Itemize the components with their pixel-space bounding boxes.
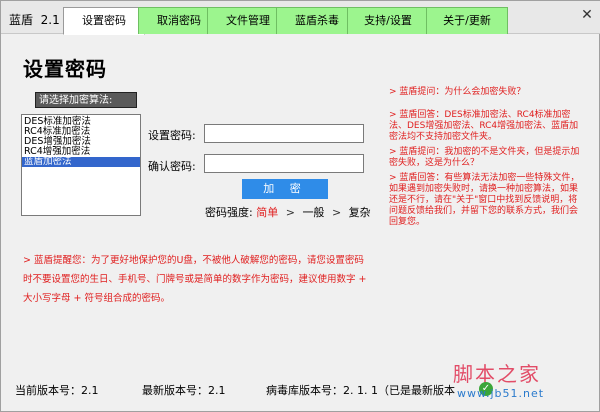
algorithm-header: 请选择加密算法: — [35, 92, 137, 108]
password-label: 设置密码: — [148, 129, 196, 142]
latest-version: 最新版本号：2.1 — [142, 384, 226, 397]
password-strength: 密码强度: 简单 > 一般 > 复杂 — [205, 204, 371, 220]
tab-about-update[interactable]: 关于/更新 — [426, 7, 508, 34]
app-name: 蓝盾 — [9, 13, 34, 27]
strength-medium: 一般 — [302, 206, 325, 219]
app-version: 2.1 — [40, 13, 60, 27]
tab-support-settings[interactable]: 支持/设置 — [347, 7, 429, 34]
strength-strong: 复杂 — [348, 206, 371, 219]
virus-db-version: 病毒库版本号：2. 1. 1（已是最新版本 — [266, 384, 455, 397]
close-icon[interactable]: ✕ — [579, 7, 595, 23]
algorithm-group: 请选择加密算法: DES标准加密法 RC4标准加密法 DES增强加密法 RC4增… — [21, 88, 141, 218]
faq-question-1: > 蓝盾提问：为什么会加密失败？ — [389, 87, 526, 97]
security-tip: > 蓝盾提醒您：为了更好地保护您的U盘，不被他人破解您的密码，请您设置密码时不要… — [23, 255, 367, 304]
watermark-url: www.jb51.net — [457, 387, 545, 400]
confirm-password-label: 确认密码: — [148, 160, 196, 173]
faq-answer-1: > 蓝盾回答：DES标准加密法、RC4标准加密法、DES增强加密法、RC4增强加… — [389, 110, 579, 142]
page-title: 设置密码 — [23, 57, 107, 81]
chevron-right-icon: > — [331, 206, 342, 219]
title-bar: 蓝盾 2.1 设置密码 取消密码 文件管理 蓝盾杀毒 支持/设置 关于/更新 ✕ — [1, 1, 600, 35]
password-input[interactable] — [204, 124, 364, 143]
encrypt-button[interactable]: 加 密 — [242, 179, 328, 199]
strength-label: 密码强度: — [205, 206, 253, 219]
tab-set-password[interactable]: 设置密码 — [63, 7, 145, 35]
current-version: 当前版本号：2.1 — [15, 384, 99, 397]
strength-weak: 简单 — [256, 206, 279, 219]
app-title: 蓝盾 2.1 — [9, 11, 60, 28]
tab-antivirus[interactable]: 蓝盾杀毒 — [276, 7, 358, 34]
watermark-logo: 脚本之家 — [453, 362, 541, 386]
faq-answer-2: > 蓝盾回答：有些算法无法加密一些特殊文件，如果遇到加密失败时，请换一种加密算法… — [389, 173, 580, 227]
algorithm-item-landun[interactable]: 蓝盾加密法 — [22, 157, 140, 167]
faq-question-2: > 蓝盾提问：我加密的不是文件夹，但是提示加密失败，这是为什么？ — [389, 147, 580, 168]
confirm-password-input[interactable] — [204, 154, 364, 173]
chevron-right-icon: > — [285, 206, 295, 219]
app-window: 蓝盾 2.1 设置密码 取消密码 文件管理 蓝盾杀毒 支持/设置 关于/更新 ✕… — [0, 0, 600, 412]
algorithm-list[interactable]: DES标准加密法 RC4标准加密法 DES增强加密法 RC4增强加密法 蓝盾加密… — [21, 114, 141, 216]
